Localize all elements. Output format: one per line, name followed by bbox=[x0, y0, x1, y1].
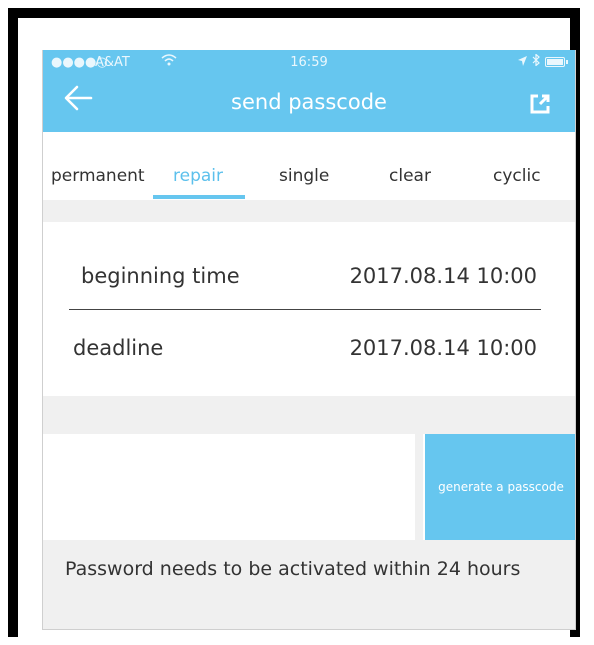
active-tab-indicator bbox=[153, 195, 245, 199]
passcode-output-area: generate a passcode bbox=[43, 434, 575, 540]
bluetooth-icon bbox=[532, 53, 540, 70]
navigation-bar: send passcode bbox=[43, 74, 575, 132]
passcode-display bbox=[43, 434, 423, 540]
row-divider bbox=[69, 309, 541, 310]
tab-permanent[interactable]: permanent bbox=[51, 166, 145, 186]
tab-clear[interactable]: clear bbox=[389, 166, 431, 186]
tab-cyclic[interactable]: cyclic bbox=[493, 166, 541, 186]
activation-notice: Password needs to be activated within 24… bbox=[65, 558, 521, 580]
beginning-time-value[interactable]: 2017.08.14 10:00 bbox=[350, 264, 537, 288]
deadline-value[interactable]: 2017.08.14 10:00 bbox=[350, 336, 537, 360]
tab-single[interactable]: single bbox=[279, 166, 329, 186]
status-bar: ●●●●○ A&AT 16:59 bbox=[43, 50, 575, 74]
time-settings: beginning time 2017.08.14 10:00 deadline… bbox=[43, 222, 575, 396]
deadline-label: deadline bbox=[73, 336, 164, 360]
section-separator bbox=[43, 396, 575, 434]
page-title: send passcode bbox=[231, 90, 387, 114]
battery-icon bbox=[545, 57, 568, 67]
tab-repair[interactable]: repair bbox=[173, 166, 223, 186]
section-separator bbox=[43, 200, 575, 222]
location-icon bbox=[518, 55, 527, 70]
beginning-time-label: beginning time bbox=[81, 264, 240, 288]
generate-passcode-button[interactable]: generate a passcode bbox=[425, 434, 575, 540]
status-right-group bbox=[518, 53, 568, 70]
notice-area: Password needs to be activated within 24… bbox=[43, 540, 575, 629]
passcode-type-tabs: permanent repair single clear cyclic bbox=[43, 132, 575, 200]
status-time: 16:59 bbox=[290, 55, 328, 70]
share-external-icon[interactable] bbox=[529, 93, 551, 115]
app-screen: ●●●●○ A&AT 16:59 send passcode permanent… bbox=[42, 50, 576, 630]
